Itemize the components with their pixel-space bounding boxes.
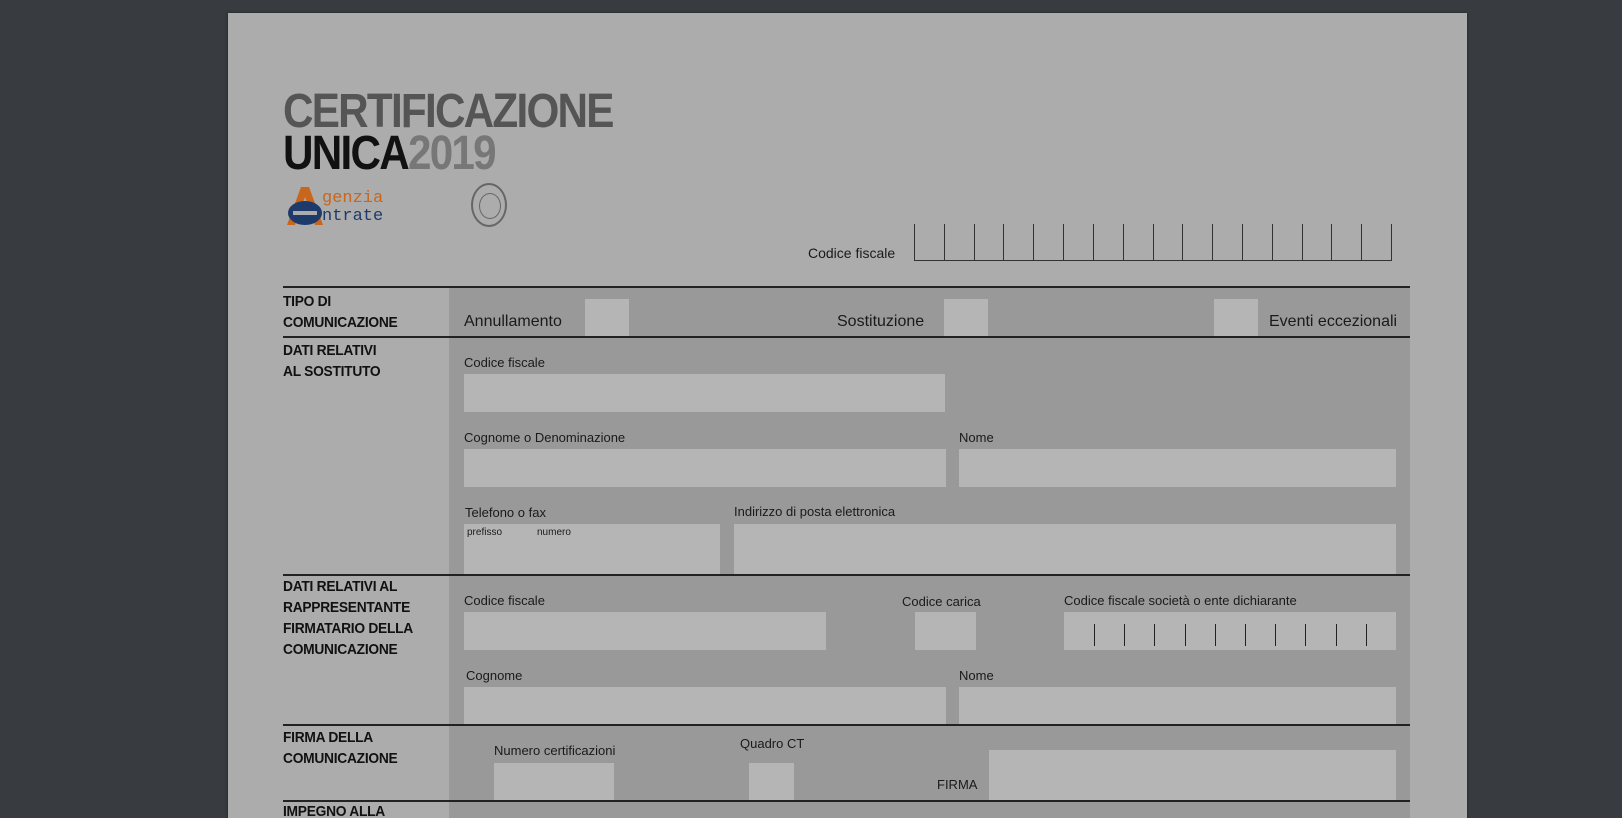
republic-seal-icon <box>471 183 507 227</box>
top-codice-fiscale-input[interactable] <box>914 224 1392 261</box>
firma-input[interactable] <box>989 750 1396 801</box>
annullamento-label: Annullamento <box>464 313 562 330</box>
cf-societa-label: Codice fiscale società o ente dichiarant… <box>1064 593 1297 608</box>
prefisso-label: prefisso <box>467 527 503 538</box>
agenzia-a-icon <box>287 187 323 225</box>
agency-text-line2: ntrate <box>322 207 384 226</box>
numero-certificazioni-label: Numero certificazioni <box>494 743 616 758</box>
doc-title-unica: UNICA <box>283 127 410 180</box>
quadro-ct-label: Quadro CT <box>740 736 805 751</box>
codice-carica-label: Codice carica <box>902 594 981 609</box>
top-codice-fiscale-label: Codice fiscale <box>808 245 896 261</box>
document-page: CERTIFICAZIONE UNICA2019 genzia ntrate C… <box>228 13 1467 818</box>
doc-title-year: 2019 <box>407 127 497 180</box>
eventi-eccezionali-label: Eventi eccezionali <box>1269 313 1398 330</box>
agenzia-entrate-logo: genzia ntrate <box>283 183 507 233</box>
section-dati-rappresentante: DATI RELATIVI AL RAPPRESENTANTE FIRMATAR… <box>283 578 413 658</box>
sostituto-cognome-input[interactable] <box>464 449 946 487</box>
section-impegno-presentazione: IMPEGNO ALLA PRESENTAZIONE <box>283 803 385 818</box>
firma-label: FIRMA <box>937 777 978 792</box>
numero-certificazioni-input[interactable] <box>494 763 614 801</box>
agency-text-line1: genzia <box>322 189 384 208</box>
impegno-panel <box>449 802 1410 818</box>
doc-title-line2: UNICA2019 <box>283 130 497 178</box>
sostituto-nome-label: Nome <box>959 430 994 445</box>
rappr-codice-fiscale-input[interactable] <box>464 612 826 650</box>
rappr-nome-input[interactable] <box>959 687 1396 725</box>
sostituzione-label: Sostituzione <box>837 313 925 330</box>
cf-societa-input[interactable] <box>1064 612 1396 650</box>
annullamento-checkbox[interactable] <box>585 299 629 336</box>
codice-carica-input[interactable] <box>915 612 976 650</box>
sostituto-nome-input[interactable] <box>959 449 1396 487</box>
email-input[interactable] <box>734 524 1396 574</box>
telefono-label: Telefono o fax <box>465 505 546 520</box>
quadro-ct-checkbox[interactable] <box>749 763 794 801</box>
section-dati-sostituto: DATI RELATIVI AL SOSTITUTO <box>283 342 381 380</box>
email-label: Indirizzo di posta elettronica <box>734 504 896 519</box>
rappr-nome-label: Nome <box>959 668 994 683</box>
seal-inner-ring <box>479 193 501 219</box>
sostituzione-checkbox[interactable] <box>944 299 988 336</box>
telefono-input[interactable] <box>464 524 720 574</box>
rappr-codice-fiscale-label: Codice fiscale <box>464 593 545 608</box>
section-tipo-comunicazione: TIPO DI COMUNICAZIONE <box>283 293 398 331</box>
eventi-eccezionali-checkbox[interactable] <box>1214 299 1258 336</box>
sostituto-codice-fiscale-label: Codice fiscale <box>464 355 545 370</box>
sostituto-cognome-label: Cognome o Denominazione <box>464 430 626 445</box>
section-firma-comunicazione: FIRMA DELLA COMUNICAZIONE <box>283 729 398 767</box>
rappr-cognome-label: Cognome <box>466 668 523 683</box>
numero-label: numero <box>537 527 571 538</box>
rappr-cognome-input[interactable] <box>464 687 946 725</box>
sostituto-codice-fiscale-input[interactable] <box>464 374 945 412</box>
